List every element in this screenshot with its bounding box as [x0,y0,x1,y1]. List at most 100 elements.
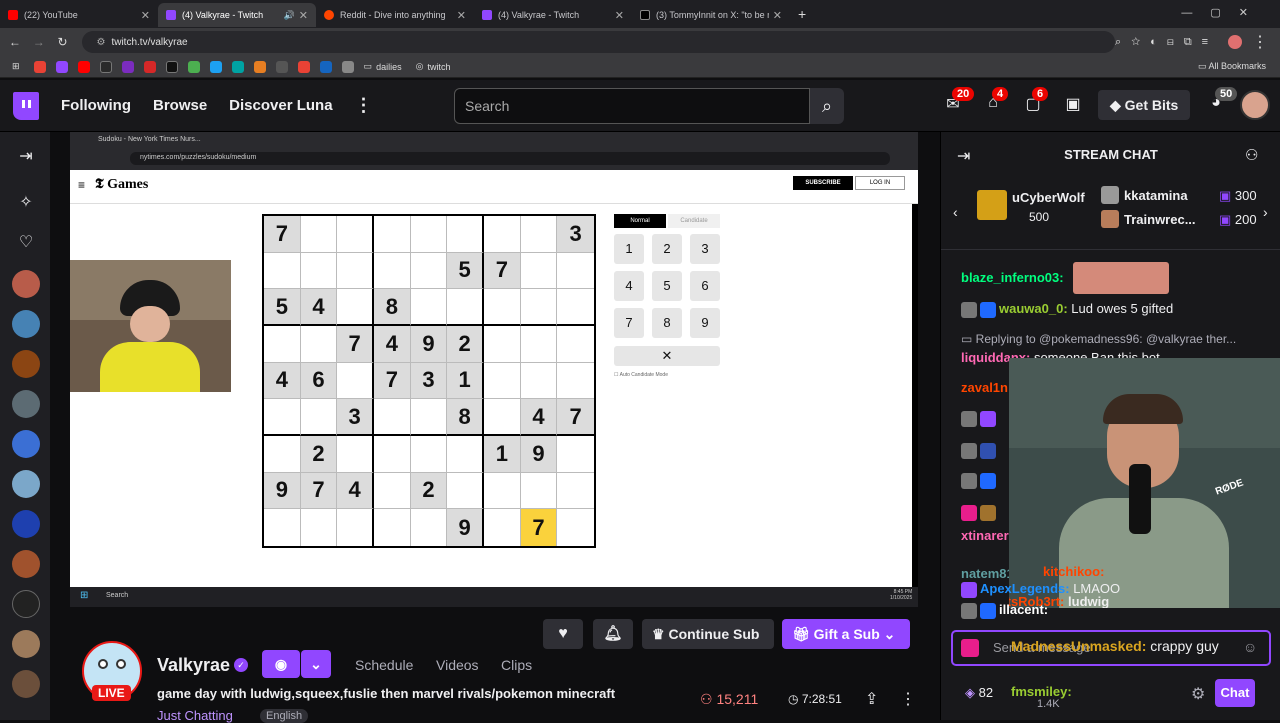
language-tag[interactable]: English [260,709,309,723]
inbox-icon[interactable]: ✉ 20 [942,87,975,116]
bookmark-icon[interactable] [121,60,134,73]
chevron-left-icon[interactable]: ‹ [953,204,958,220]
channel-avatar[interactable] [12,590,40,618]
close-icon[interactable]: ✕ [773,9,782,22]
bookmark-icon[interactable] [253,60,266,73]
followed-heart-icon[interactable]: ♡ [14,232,38,252]
chat-username[interactable]: illacent: [999,602,1048,617]
channel-avatar[interactable] [12,270,40,298]
share-icon[interactable]: ⇪ [865,689,878,709]
nav-discover-luna[interactable]: Discover Luna [229,97,332,114]
channel-points-icon[interactable] [961,639,979,657]
browser-tab-twitch[interactable]: (4) Valkyrae - Twitch ✕ [474,3,632,27]
bookmark-icon[interactable] [55,60,68,73]
video-player[interactable]: Sudoku - New York Times Nurs... nytimes.… [70,132,918,607]
stream-category[interactable]: Just Chatting [157,708,233,723]
browser-menu-icon[interactable]: ⋮ [1252,32,1268,52]
nav-browse[interactable]: Browse [153,97,207,114]
channel-avatar[interactable] [12,390,40,418]
reload-icon[interactable]: ↻ [51,35,75,49]
chat-username[interactable]: blaze_inferno03: [961,270,1064,285]
bookmark-twitch[interactable]: ◎ twitch [416,61,451,72]
search-input[interactable]: Search [454,88,810,124]
profile-avatar[interactable] [1228,35,1243,49]
bookmark-icon[interactable] [187,60,200,73]
prime-icon[interactable]: ◕ 50 [1205,87,1238,116]
speaker-icon[interactable]: 🔊 [284,10,295,21]
channel-avatar[interactable] [12,470,40,498]
expand-sidebar-icon[interactable]: ⇥ [14,146,38,166]
browser-toolbar-icons[interactable]: ⌕☆◐⊟⧉≡ [1115,36,1218,49]
channel-avatar[interactable] [12,350,40,378]
more-menu-icon[interactable]: ⋮ [355,95,373,116]
tab-clips[interactable]: Clips [501,657,532,673]
forward-arrow-icon[interactable]: → [27,35,51,49]
close-icon[interactable]: ✕ [299,9,308,22]
tab-schedule[interactable]: Schedule [355,657,413,673]
chat-username[interactable]: MadnessUnmasked: [1011,638,1146,654]
bookmark-icon[interactable] [77,60,90,73]
gifter-name[interactable]: uCyberWolf [1012,190,1085,205]
streamer-name[interactable]: Valkyrae [157,655,230,676]
gifter-name[interactable]: Trainwrec... [1124,212,1196,227]
search-button[interactable]: ⌕ [810,88,844,124]
chat-username[interactable]: xtinarer [961,528,1009,543]
recommended-icon[interactable]: ✧ [14,192,38,212]
nav-following[interactable]: Following [61,97,131,114]
site-info-icon[interactable]: ⚙ [96,37,105,48]
bookmark-icon[interactable] [99,60,112,73]
browser-tab-x[interactable]: (3) TommyInnit on X: "to be mo ✕ [632,3,790,27]
chevron-right-icon[interactable]: › [1263,204,1268,220]
prime-crown-icon[interactable]: ▣ [1062,94,1084,116]
back-arrow-icon[interactable]: ← [3,35,27,49]
browser-tab-reddit[interactable]: Reddit - Dive into anything ✕ [316,3,474,27]
emote-picker-icon[interactable]: ☺ [1243,639,1257,655]
whispers-icon[interactable]: ▢ 6 [1022,87,1049,116]
follow-heart-button[interactable]: ♥ [543,619,583,649]
chat-username[interactable]: zaval1n [961,380,1008,395]
gifter-name[interactable]: kkatamina [1124,188,1188,203]
channel-avatar[interactable] [12,630,40,658]
all-bookmarks[interactable]: ▭ All Bookmarks [1198,61,1266,72]
bookmark-icon[interactable] [341,60,354,73]
get-bits-button[interactable]: ◆ Get Bits [1098,90,1191,120]
hype-train-button[interactable]: ◉ [262,650,300,678]
channel-avatar[interactable] [12,550,40,578]
chat-username[interactable]: wauwa0_0: [999,301,1068,316]
notifications-bell-button[interactable]: 🔔︎ [593,619,633,649]
bookmark-icon[interactable] [165,60,178,73]
bookmark-folder-dailies[interactable]: ▭ dailies [364,61,402,72]
drops-icon[interactable]: ⌂ 4 [982,87,1009,116]
user-avatar[interactable] [1240,90,1270,120]
chat-username[interactable]: ApexLegends: [980,581,1070,596]
bookmark-icon[interactable] [209,60,222,73]
continue-sub-button[interactable]: ♛ Continue Sub [642,619,774,649]
close-icon[interactable]: ✕ [141,9,150,22]
bookmark-icon[interactable] [33,60,46,73]
address-bar[interactable]: ⚙ twitch.tv/valkyrae [82,31,1116,53]
window-controls[interactable]: —▢✕ [1181,6,1266,19]
chat-send-button[interactable]: Chat [1215,679,1255,707]
channel-avatar[interactable] [12,510,40,538]
tab-videos[interactable]: Videos [436,657,479,673]
chat-username[interactable]: natem81 [961,566,1014,581]
community-icon[interactable]: ⚇ [1245,146,1258,164]
more-options-icon[interactable]: ⋮ [900,689,916,709]
browser-tab-youtube[interactable]: (22) YouTube ✕ [0,3,158,27]
bookmark-icon[interactable] [275,60,288,73]
bookmark-icon[interactable] [319,60,332,73]
bookmark-icon[interactable] [297,60,310,73]
apps-grid-icon[interactable]: ⊞ [12,61,20,72]
new-tab-icon[interactable]: + [798,6,806,22]
bookmark-icon[interactable] [143,60,156,73]
hype-dropdown-button[interactable]: ⌄ [301,650,331,678]
close-icon[interactable]: ✕ [457,9,466,22]
close-icon[interactable]: ✕ [615,9,624,22]
bookmark-icon[interactable] [231,60,244,73]
twitch-logo-icon[interactable] [13,91,39,120]
gift-sub-button[interactable]: 🎁︎ Gift a Sub ⌄ [782,619,910,649]
channel-avatar[interactable] [12,670,40,698]
chat-settings-icon[interactable]: ⚙ [1191,684,1205,704]
channel-points[interactable]: ◈ 82 [965,685,993,701]
channel-avatar[interactable] [12,430,40,458]
